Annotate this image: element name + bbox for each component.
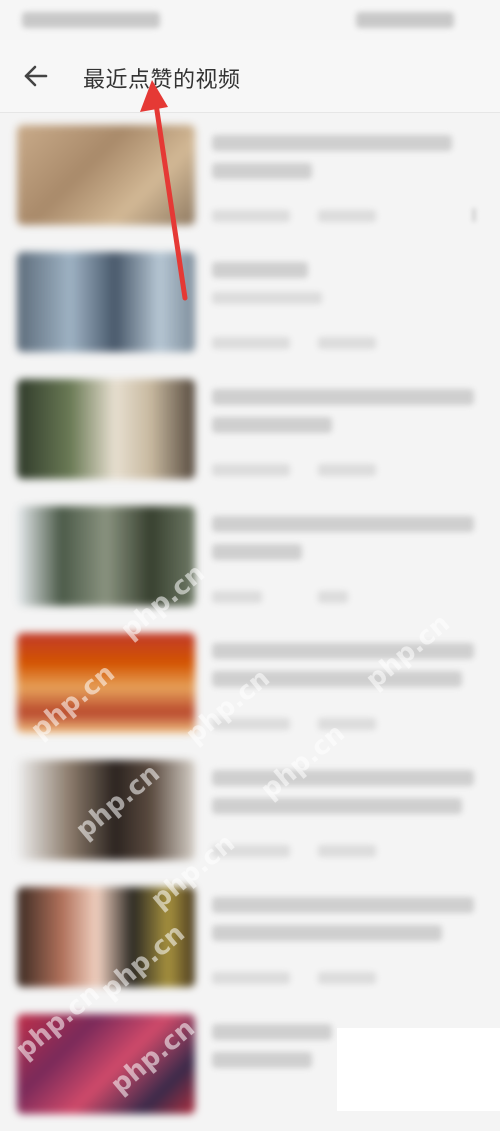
video-thumbnail[interactable]: [17, 125, 195, 225]
video-list-item[interactable]: [0, 496, 500, 623]
video-list-item[interactable]: [0, 877, 500, 1004]
video-title-line2[interactable]: [212, 671, 462, 687]
video-meta-count: [318, 845, 376, 857]
corner-patch: [337, 1028, 500, 1111]
video-title-line2[interactable]: [212, 1052, 312, 1068]
video-meta-date: [212, 845, 290, 857]
video-meta-count: [318, 210, 376, 222]
video-list-item[interactable]: [0, 369, 500, 496]
video-list-item[interactable]: [0, 242, 500, 369]
video-meta-date: [212, 591, 262, 603]
video-title-line2[interactable]: [212, 417, 332, 433]
video-thumbnail[interactable]: [17, 633, 195, 733]
status-bar-left-text: [22, 12, 160, 28]
video-title-line2[interactable]: [212, 163, 312, 179]
video-subtitle: [212, 292, 322, 304]
app-header: 最近点赞的视频: [0, 40, 500, 113]
video-meta-count: [318, 718, 376, 730]
video-title[interactable]: [212, 1024, 332, 1040]
page-title: 最近点赞的视频: [83, 68, 241, 93]
back-button[interactable]: [14, 54, 58, 98]
video-meta-date: [212, 972, 290, 984]
video-meta-date: [212, 718, 290, 730]
video-list-item[interactable]: [0, 750, 500, 877]
video-title[interactable]: [212, 897, 474, 913]
video-meta-count: [318, 464, 376, 476]
video-title[interactable]: [212, 643, 474, 659]
back-arrow-icon: [24, 65, 48, 87]
status-bar: [0, 0, 500, 40]
video-title[interactable]: [212, 389, 474, 405]
video-thumbnail[interactable]: [17, 506, 195, 606]
video-meta-count: [318, 972, 376, 984]
video-title[interactable]: [212, 516, 474, 532]
video-meta-count: [318, 337, 376, 349]
video-title-line2[interactable]: [212, 544, 302, 560]
video-meta-date: [212, 464, 290, 476]
video-list-item[interactable]: [0, 115, 500, 242]
video-title-line2[interactable]: [212, 925, 442, 941]
video-thumbnail[interactable]: [17, 760, 195, 860]
video-thumbnail[interactable]: [17, 1014, 195, 1114]
video-title[interactable]: [212, 770, 474, 786]
video-title[interactable]: [212, 135, 452, 151]
video-meta-count: [318, 591, 348, 603]
video-list: [0, 115, 500, 1131]
video-title[interactable]: [212, 262, 308, 278]
video-list-item[interactable]: [0, 623, 500, 750]
video-thumbnail[interactable]: [17, 379, 195, 479]
status-bar-right-text: [356, 12, 454, 28]
video-meta-date: [212, 337, 290, 349]
more-options-icon[interactable]: [472, 208, 476, 222]
video-thumbnail[interactable]: [17, 252, 195, 352]
video-thumbnail[interactable]: [17, 887, 195, 987]
video-meta-date: [212, 210, 290, 222]
video-title-line2[interactable]: [212, 798, 462, 814]
